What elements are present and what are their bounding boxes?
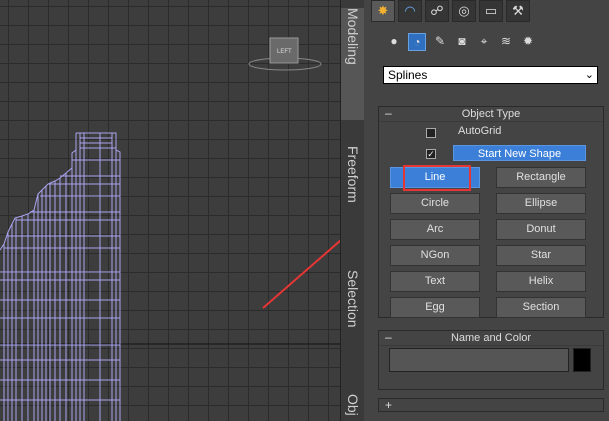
text-button[interactable]: Text xyxy=(390,271,480,292)
collapse-sign: – xyxy=(385,106,392,120)
viewport-left[interactable]: LEFT xyxy=(0,0,340,421)
command-panel: ✸ ◠ ☍ ◎ ▭ ⚒ ● ◔ ✎ ◙ ⌖ ≋ ✹ Splines ⌄ – Ob… xyxy=(364,0,609,421)
spline-wireframe: LEFT xyxy=(0,37,340,421)
object-type-rollout: – Object Type AutoGrid ✓ Start New Shape… xyxy=(378,106,604,318)
circle-button[interactable]: Circle xyxy=(390,193,480,214)
rectangle-button[interactable]: Rectangle xyxy=(496,167,586,188)
donut-button[interactable]: Donut xyxy=(496,219,586,240)
side-tab-label: Obj xyxy=(345,394,361,416)
lights-tab[interactable]: ✎ xyxy=(432,33,448,49)
egg-button[interactable]: Egg xyxy=(390,297,480,318)
cameras-icon: ◙ xyxy=(458,34,466,48)
side-tab-label: Freeform xyxy=(345,146,361,203)
create-tab[interactable]: ✸ xyxy=(371,0,395,22)
rollout-header[interactable]: – Object Type xyxy=(379,106,603,122)
side-tab-label: Selection xyxy=(345,270,361,328)
cameras-tab[interactable]: ◙ xyxy=(454,33,470,49)
dropdown-value: Splines xyxy=(388,68,428,82)
side-tab-selection[interactable]: Selection xyxy=(341,270,365,350)
side-tab-freeform[interactable]: Freeform xyxy=(341,146,365,226)
start-new-shape-button[interactable]: Start New Shape xyxy=(453,145,586,161)
motion-icon: ◎ xyxy=(458,3,470,18)
object-color-swatch[interactable] xyxy=(573,348,591,372)
sun-icon: ✸ xyxy=(377,3,389,18)
helix-button[interactable]: Helix xyxy=(496,271,586,292)
highlight-box xyxy=(403,165,471,191)
rollout-title: Object Type xyxy=(461,108,521,120)
name-and-color-rollout: – Name and Color xyxy=(378,330,604,390)
ellipse-button[interactable]: Ellipse xyxy=(496,193,586,214)
collapsed-rollout[interactable]: + xyxy=(378,398,604,412)
helpers-icon: ⌖ xyxy=(480,33,488,48)
start-new-shape-checkbox[interactable]: ✓ xyxy=(426,149,436,159)
side-tab-object-paint[interactable]: Obj xyxy=(341,394,365,421)
shapes-tab[interactable]: ◔ xyxy=(408,33,426,51)
rollout-header[interactable]: – Name and Color xyxy=(379,330,603,346)
collapse-sign: – xyxy=(385,330,392,344)
modify-icon: ◠ xyxy=(404,3,416,18)
modify-tab[interactable]: ◠ xyxy=(398,0,422,22)
hierarchy-icon: ☍ xyxy=(430,3,444,18)
create-category-tabs: ● ◔ ✎ ◙ ⌖ ≋ ✹ xyxy=(386,33,536,51)
motion-tab[interactable]: ◎ xyxy=(452,0,476,22)
section-button[interactable]: Section xyxy=(496,297,586,318)
expand-sign: + xyxy=(385,398,393,412)
lights-icon: ✎ xyxy=(434,34,446,48)
utilities-icon: ⚒ xyxy=(512,3,524,18)
hierarchy-tab[interactable]: ☍ xyxy=(425,0,449,22)
utilities-tab[interactable]: ⚒ xyxy=(506,0,530,22)
display-tab[interactable]: ▭ xyxy=(479,0,503,22)
shapes-icon: ◔ xyxy=(413,35,421,49)
spacewarps-tab[interactable]: ≋ xyxy=(498,33,514,49)
side-tab-modeling[interactable]: Modeling xyxy=(341,8,366,120)
ngon-button[interactable]: NGon xyxy=(390,245,480,266)
systems-icon: ✹ xyxy=(522,34,534,48)
category-dropdown[interactable]: Splines ⌄ xyxy=(383,66,598,84)
command-panel-tabs: ✸ ◠ ☍ ◎ ▭ ⚒ xyxy=(371,0,533,22)
ribbon-side-tabs: Modeling Freeform Selection Obj xyxy=(340,0,366,421)
display-icon: ▭ xyxy=(484,3,498,18)
rollout-title: Name and Color xyxy=(450,332,532,344)
viewcube-label: LEFT xyxy=(277,49,292,55)
helpers-tab[interactable]: ⌖ xyxy=(476,33,492,49)
autogrid-checkbox[interactable] xyxy=(426,128,436,138)
object-name-input[interactable] xyxy=(389,348,569,372)
star-button[interactable]: Star xyxy=(496,245,586,266)
chevron-down-icon: ⌄ xyxy=(584,69,594,81)
geometry-tab[interactable]: ● xyxy=(386,33,402,49)
arc-button[interactable]: Arc xyxy=(390,219,480,240)
side-tab-label: Modeling xyxy=(345,8,361,65)
geometry-icon: ● xyxy=(390,34,398,48)
annotation-arrow xyxy=(262,239,340,309)
autogrid-label: AutoGrid xyxy=(458,125,502,137)
spacewarps-icon: ≋ xyxy=(500,34,512,48)
systems-tab[interactable]: ✹ xyxy=(520,33,536,49)
rollout-header[interactable]: + xyxy=(379,398,603,413)
